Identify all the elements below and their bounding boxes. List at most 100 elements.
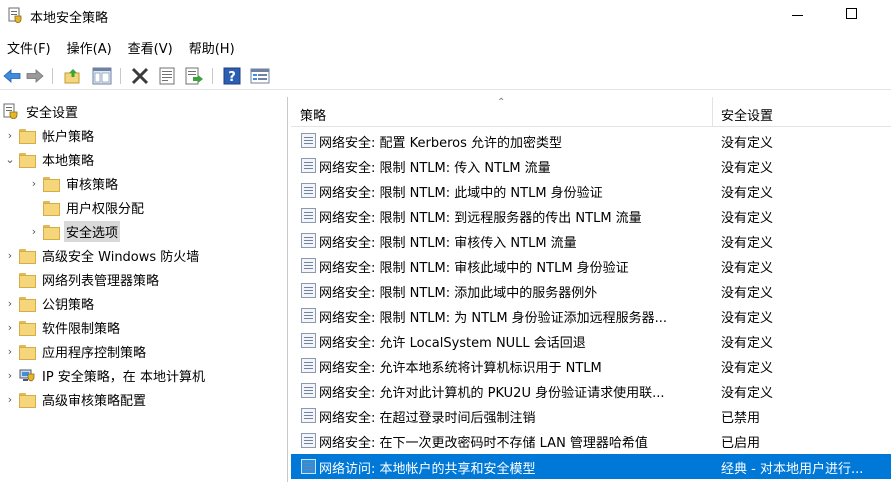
list-item[interactable]: 网络安全: 限制 NTLM: 此域中的 NTLM 身份验证 没有定义 — [291, 178, 891, 203]
policy-setting: 没有定义 — [721, 161, 774, 176]
chevron-right-icon[interactable]: › — [26, 177, 42, 190]
tree-item-security-options[interactable]: › 安全选项 — [26, 219, 121, 243]
policy-setting: 经典 - 对本地用户进行... — [721, 462, 864, 477]
menu-view[interactable]: 查看(V) — [121, 36, 178, 58]
list-item[interactable]: 网络安全: 允许 LocalSystem NULL 会话回退 没有定义 — [291, 328, 891, 353]
delete-icon[interactable] — [130, 67, 150, 85]
chevron-down-icon[interactable]: ⌄ — [2, 153, 18, 166]
menu-file[interactable]: 文件(F) — [0, 36, 56, 58]
menu-action[interactable]: 操作(A) — [60, 36, 117, 58]
tree-item-label: 应用程序控制策略 — [42, 345, 147, 361]
policy-item-icon — [301, 258, 316, 273]
policy-item-icon — [301, 208, 316, 223]
tree-item-label: IP 安全策略，在 本地计算机 — [42, 369, 205, 385]
policy-item-icon — [301, 158, 316, 173]
folder-icon — [18, 151, 36, 168]
tree-item-public-key-policies[interactable]: › 公钥策略 — [2, 291, 96, 315]
tree-item-application-control[interactable]: › 应用程序控制策略 — [2, 339, 148, 363]
folder-icon — [18, 391, 36, 408]
folder-icon — [18, 319, 36, 336]
chevron-right-icon[interactable]: › — [2, 129, 18, 142]
policy-item-icon — [301, 133, 316, 148]
policy-name: 网络安全: 限制 NTLM: 到远程服务器的传出 NTLM 流量 — [319, 211, 642, 226]
console-tree: 安全设置 › 帐户策略 ⌄ 本地策略 › 审核策略 用户权限分配 › 安全选项 … — [0, 97, 288, 482]
column-header-policy[interactable]: 策略 — [291, 97, 713, 127]
security-settings-icon — [3, 103, 18, 119]
list-item[interactable]: 网络安全: 在超过登录时间后强制注销 已禁用 — [291, 403, 891, 428]
tree-item-label: 高级审核策略配置 — [42, 393, 147, 409]
tree-item-label: 安全选项 — [64, 220, 121, 242]
tree-item-label: 本地策略 — [42, 153, 95, 169]
up-folder-icon[interactable] — [62, 67, 82, 85]
help-icon[interactable]: ? — [222, 67, 242, 85]
policy-setting: 没有定义 — [721, 386, 774, 401]
tree-item-label: 高级安全 Windows 防火墙 — [42, 249, 200, 265]
policy-item-icon — [301, 408, 316, 423]
tree-item-label: 用户权限分配 — [66, 201, 145, 217]
policy-name: 网络安全: 允许 LocalSystem NULL 会话回退 — [319, 336, 586, 351]
tree-item-local-policies[interactable]: ⌄ 本地策略 — [2, 147, 96, 171]
chevron-right-icon[interactable]: › — [2, 345, 18, 358]
minimize-button[interactable] — [792, 15, 803, 16]
tree-item-security-settings[interactable]: 安全设置 — [2, 99, 80, 123]
chevron-right-icon[interactable]: › — [2, 321, 18, 334]
tree-item-label: 公钥策略 — [42, 297, 95, 313]
policy-name: 网络安全: 限制 NTLM: 审核此域中的 NTLM 身份验证 — [319, 261, 629, 276]
list-item[interactable]: 网络安全: 限制 NTLM: 传入 NTLM 流量 没有定义 — [291, 153, 891, 178]
menu-help[interactable]: 帮助(H) — [182, 36, 240, 58]
chevron-right-icon[interactable]: › — [2, 297, 18, 310]
menu-bar: 文件(F) 操作(A) 查看(V) 帮助(H) — [0, 36, 244, 58]
chevron-right-icon[interactable]: › — [2, 369, 18, 382]
tree-item-account-policies[interactable]: › 帐户策略 — [2, 123, 96, 147]
policy-setting: 没有定义 — [721, 286, 774, 301]
forward-arrow-icon[interactable] — [25, 67, 45, 85]
list-item-selected[interactable]: 网络访问: 本地帐户的共享和安全模型 经典 - 对本地用户进行... — [291, 454, 891, 479]
tree-item-label: 审核策略 — [66, 177, 119, 193]
properties-icon[interactable] — [157, 67, 177, 85]
export-list-icon[interactable] — [184, 67, 204, 85]
folder-icon — [18, 343, 36, 360]
policy-name: 网络安全: 限制 NTLM: 传入 NTLM 流量 — [319, 161, 551, 176]
chevron-right-icon[interactable]: › — [26, 225, 42, 238]
chevron-right-icon[interactable]: › — [2, 249, 18, 262]
list-item[interactable]: 网络安全: 限制 NTLM: 审核传入 NTLM 流量 没有定义 — [291, 228, 891, 253]
policy-setting: 没有定义 — [721, 211, 774, 226]
details-view-icon[interactable] — [250, 67, 270, 85]
column-header-security-setting[interactable]: 安全设置 — [714, 97, 891, 127]
list-item[interactable]: 网络安全: 限制 NTLM: 审核此域中的 NTLM 身份验证 没有定义 — [291, 253, 891, 278]
show-hide-tree-icon[interactable] — [92, 67, 112, 85]
chevron-right-icon[interactable]: › — [2, 393, 18, 406]
tree-item-audit-policy[interactable]: › 审核策略 — [26, 171, 120, 195]
list-item[interactable]: 网络安全: 限制 NTLM: 到远程服务器的传出 NTLM 流量 没有定义 — [291, 203, 891, 228]
folder-icon — [18, 271, 36, 288]
list-item[interactable]: 网络安全: 在下一次更改密码时不存储 LAN 管理器哈希值 已启用 — [291, 428, 891, 453]
back-arrow-icon[interactable] — [2, 67, 22, 85]
maximize-button[interactable] — [846, 8, 857, 19]
list-item[interactable]: 网络安全: 允许本地系统将计算机标识用于 NTLM 没有定义 — [291, 353, 891, 378]
tree-item-network-list-manager[interactable]: 网络列表管理器策略 — [2, 267, 161, 291]
list-item[interactable]: 网络安全: 限制 NTLM: 为 NTLM 身份验证添加远程服务器... 没有定… — [291, 303, 891, 328]
window-title: 本地安全策略 — [30, 11, 109, 26]
policy-setting: 已禁用 — [721, 411, 761, 426]
policy-name: 网络访问: 本地帐户的共享和安全模型 — [319, 462, 536, 477]
tree-item-label: 网络列表管理器策略 — [42, 273, 160, 289]
policy-name: 网络安全: 允许对此计算机的 PKU2U 身份验证请求使用联... — [319, 386, 665, 401]
policy-item-icon — [301, 308, 316, 323]
policy-item-icon — [301, 283, 316, 298]
policy-setting: 没有定义 — [721, 236, 774, 251]
policy-item-icon — [301, 183, 316, 198]
tree-item-windows-firewall[interactable]: › 高级安全 Windows 防火墙 — [2, 243, 201, 267]
toolbar-separator — [52, 68, 53, 84]
list-item[interactable]: 网络安全: 允许对此计算机的 PKU2U 身份验证请求使用联... 没有定义 — [291, 378, 891, 403]
tree-item-advanced-audit[interactable]: › 高级审核策略配置 — [2, 387, 148, 411]
policy-name: 网络安全: 限制 NTLM: 添加此域中的服务器例外 — [319, 286, 598, 301]
policy-name: 网络安全: 在超过登录时间后强制注销 — [319, 411, 536, 426]
policy-name: 网络安全: 限制 NTLM: 为 NTLM 身份验证添加远程服务器... — [319, 311, 668, 326]
tree-item-user-rights-assignment[interactable]: 用户权限分配 — [26, 195, 146, 219]
tree-item-software-restriction[interactable]: › 软件限制策略 — [2, 315, 122, 339]
tree-item-ip-security[interactable]: › IP 安全策略，在 本地计算机 — [2, 363, 207, 387]
list-item[interactable]: 网络安全: 限制 NTLM: 添加此域中的服务器例外 没有定义 — [291, 278, 891, 303]
policy-setting: 没有定义 — [721, 136, 774, 151]
list-item[interactable]: 网络安全: 配置 Kerberos 允许的加密类型 没有定义 — [291, 128, 891, 153]
policy-list: ⌃ 策略 安全设置 网络安全: 配置 Kerberos 允许的加密类型 没有定义… — [291, 97, 891, 482]
